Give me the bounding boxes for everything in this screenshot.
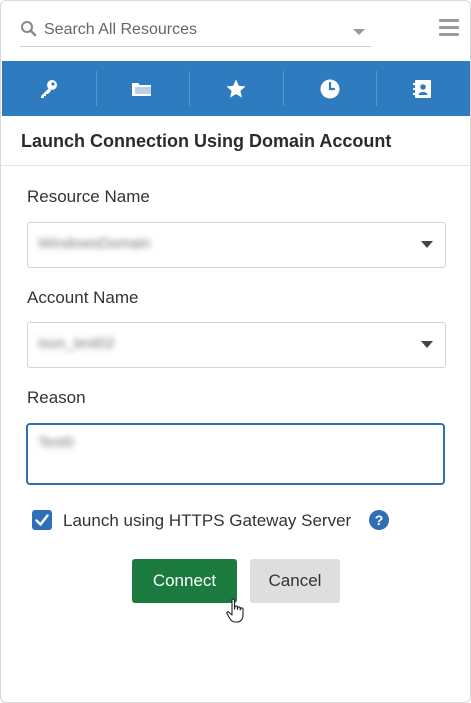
https-gateway-label[interactable]: Launch using HTTPS Gateway Server [63, 511, 351, 531]
tab-contacts[interactable] [376, 61, 470, 116]
reason-label: Reason [27, 388, 86, 407]
account-name-select[interactable]: ison_test02 [27, 322, 446, 368]
navigation-toolbar [2, 61, 470, 116]
divider [1, 165, 470, 166]
tab-recent[interactable] [282, 61, 377, 116]
search-bar[interactable] [20, 15, 371, 47]
resource-name-label: Resource Name [27, 187, 150, 206]
account-name-value: ison_test02 [38, 335, 115, 352]
reason-input[interactable]: Test0 [26, 423, 445, 485]
tab-favorites[interactable] [189, 61, 283, 116]
chevron-down-icon [421, 241, 433, 248]
search-dropdown-icon[interactable] [353, 29, 365, 35]
cancel-button[interactable]: Cancel [250, 559, 340, 603]
page-title: Launch Connection Using Domain Account [21, 131, 392, 151]
hamburger-menu-icon[interactable] [439, 19, 459, 37]
star-icon [226, 79, 246, 98]
search-icon [21, 21, 37, 37]
clock-icon [320, 79, 340, 98]
key-icon [40, 79, 57, 98]
folder-icon [132, 82, 152, 96]
resource-name-value: WindowsDomain [38, 235, 151, 252]
help-icon[interactable]: ? [369, 510, 389, 530]
https-gateway-checkbox[interactable] [32, 510, 52, 530]
launch-panel: Launch Connection Using Domain Account R… [0, 0, 471, 703]
checkmark-icon [35, 514, 49, 526]
contact-card-icon [413, 79, 432, 98]
resource-name-select[interactable]: WindowsDomain [27, 222, 446, 268]
account-name-label: Account Name [27, 288, 139, 307]
hand-cursor-icon [226, 598, 244, 623]
search-input[interactable] [44, 19, 334, 41]
tab-key[interactable] [2, 61, 96, 116]
connect-button[interactable]: Connect [132, 559, 237, 603]
chevron-down-icon [421, 341, 433, 348]
tab-folders[interactable] [95, 61, 190, 116]
reason-value: Test0 [38, 434, 74, 451]
